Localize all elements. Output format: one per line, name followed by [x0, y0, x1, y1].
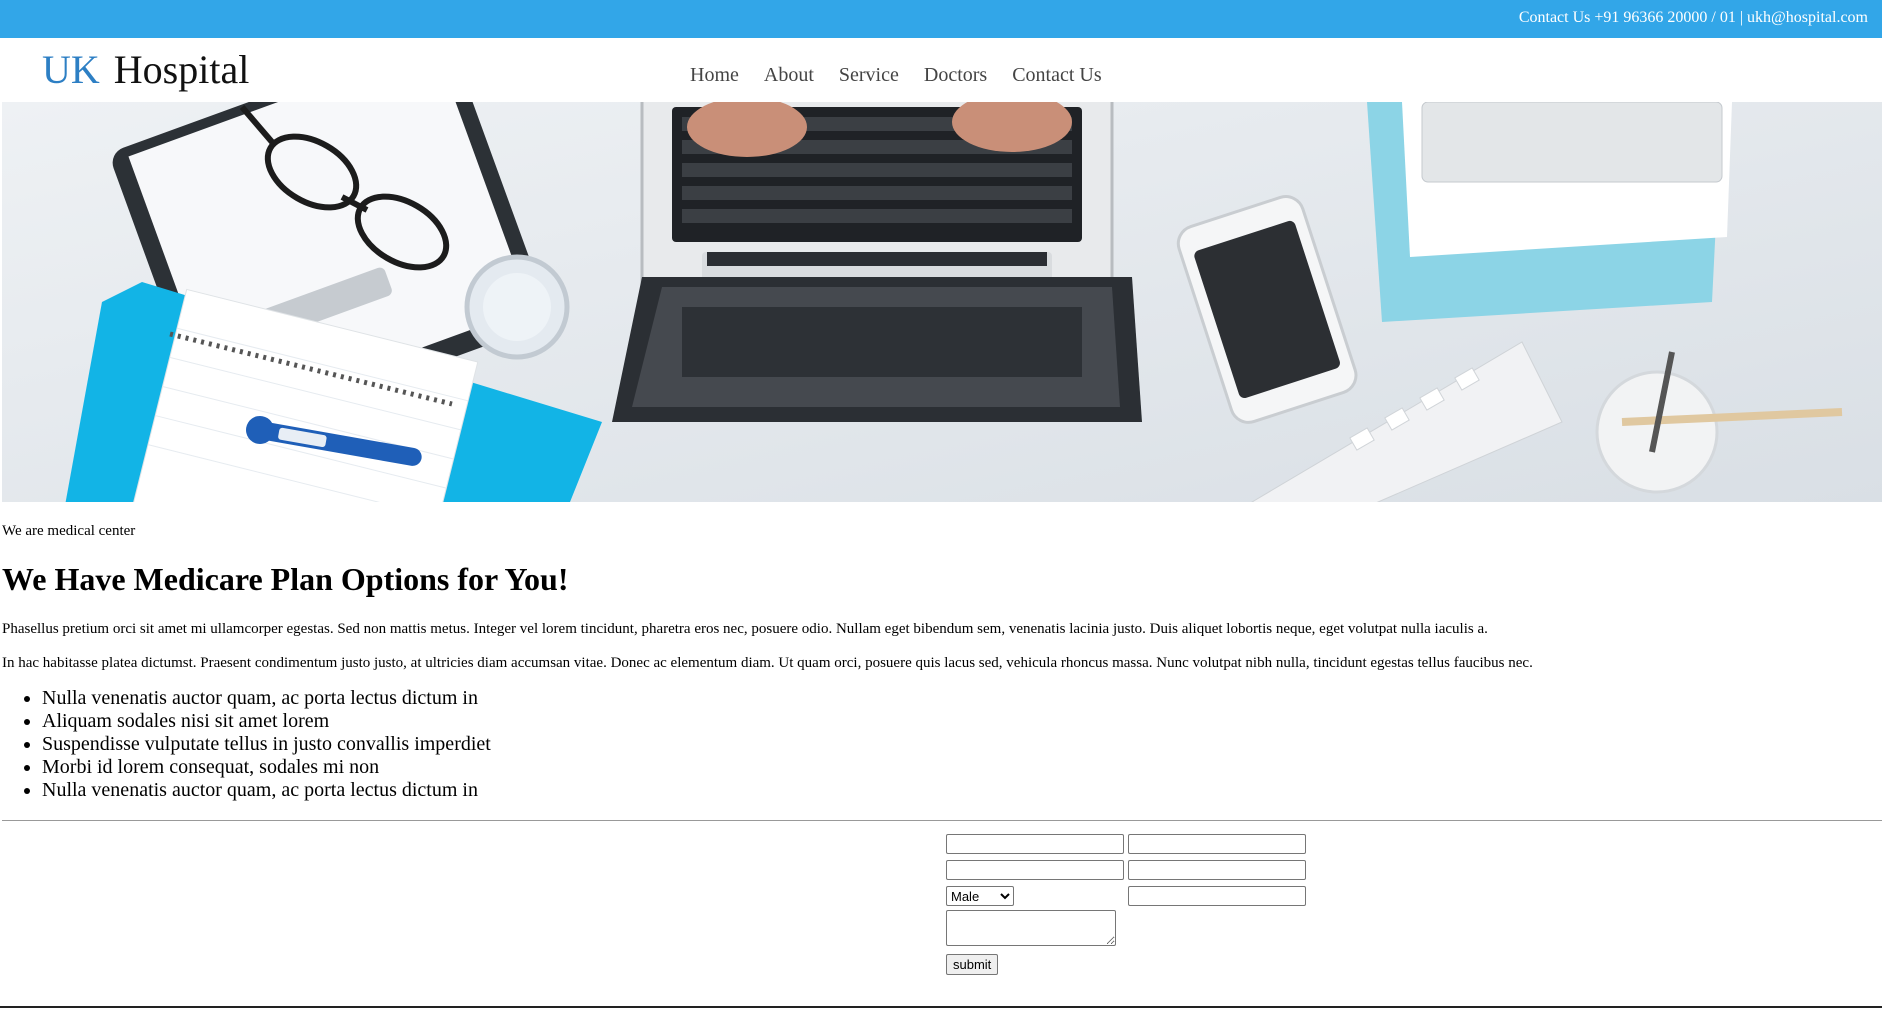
- logo-hospital: Hospital: [113, 47, 250, 92]
- message-textarea[interactable]: [946, 910, 1116, 946]
- nav-home[interactable]: Home: [690, 64, 739, 87]
- list-item: Morbi id lorem consequat, sodales mi non: [42, 756, 491, 779]
- gender-select[interactable]: Male: [946, 886, 1014, 906]
- feature-list: Nulla venenatis auctor quam, ac porta le…: [2, 687, 491, 802]
- page-heading: We Have Medicare Plan Options for You!: [2, 561, 569, 597]
- page-bottom-border: [0, 1006, 1882, 1012]
- main-nav: Home About Service Doctors Contact Us: [690, 64, 1102, 87]
- form-field-2[interactable]: [1128, 834, 1306, 854]
- intro-paragraph-1: Phasellus pretium orci sit amet mi ullam…: [2, 621, 1488, 637]
- contact-info: Contact Us +91 96366 20000 / 01 | ukh@ho…: [1518, 9, 1868, 26]
- submit-button[interactable]: submit: [946, 954, 999, 975]
- form-field-5[interactable]: [1128, 886, 1306, 906]
- appointment-form: Male submit: [946, 834, 1346, 994]
- list-item: Aliquam sodales nisi sit amet lorem: [42, 710, 491, 733]
- list-item: Suspendisse vulputate tellus in justo co…: [42, 733, 491, 756]
- site-header: UK Hospital Home About Service Doctors Co…: [0, 38, 1882, 102]
- list-item: Nulla venenatis auctor quam, ac porta le…: [42, 687, 491, 710]
- section-divider: [2, 820, 1882, 821]
- top-contact-bar: Contact Us +91 96366 20000 / 01 | ukh@ho…: [0, 0, 1882, 38]
- nav-about[interactable]: About: [764, 64, 814, 87]
- hero-banner: [2, 102, 1882, 502]
- form-field-1[interactable]: [946, 834, 1124, 854]
- nav-service[interactable]: Service: [839, 64, 899, 87]
- form-field-3[interactable]: [946, 860, 1124, 880]
- form-field-4[interactable]: [1128, 860, 1306, 880]
- nav-doctors[interactable]: Doctors: [924, 64, 987, 87]
- logo-uk: UK: [42, 47, 100, 92]
- intro-paragraph-2: In hac habitasse platea dictumst. Praese…: [2, 655, 1533, 671]
- tagline: We are medical center: [2, 523, 136, 539]
- site-logo[interactable]: UK Hospital: [42, 48, 249, 92]
- nav-contact-us[interactable]: Contact Us: [1012, 64, 1101, 87]
- list-item: Nulla venenatis auctor quam, ac porta le…: [42, 779, 491, 802]
- hero-desk-photo: [2, 102, 1882, 502]
